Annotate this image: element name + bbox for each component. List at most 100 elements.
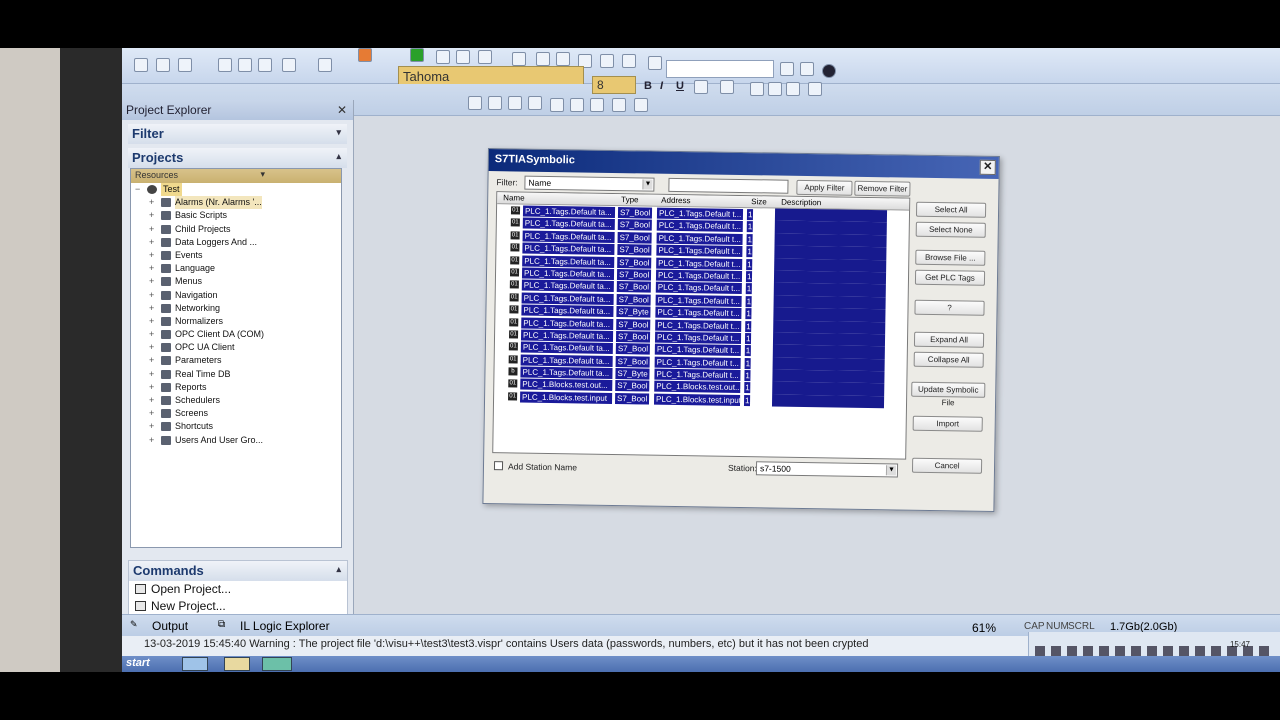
tag-icon[interactable] xyxy=(512,52,526,66)
tree-item[interactable]: + Shortcuts xyxy=(131,420,341,433)
tree-root-item[interactable]: − Test xyxy=(131,183,341,196)
tree-item[interactable]: + Reports xyxy=(131,381,341,394)
command-item[interactable]: New Project... xyxy=(129,598,347,615)
expand-icon[interactable]: + xyxy=(149,394,154,407)
expand-icon[interactable]: + xyxy=(149,354,154,367)
chevron-up-icon[interactable]: ▴ xyxy=(336,564,341,575)
taskbar-app-icon[interactable] xyxy=(182,657,208,671)
layout-icon[interactable] xyxy=(612,98,626,112)
expand-icon[interactable]: + xyxy=(149,196,154,209)
align-center-icon[interactable] xyxy=(768,82,782,96)
align-right-icon[interactable] xyxy=(786,82,800,96)
expand-icon[interactable]: + xyxy=(149,315,154,328)
window-icon[interactable] xyxy=(536,52,550,66)
station-select[interactable]: s7-1500 ▼ xyxy=(755,461,899,478)
gear-icon[interactable] xyxy=(456,50,470,64)
align-left-icon[interactable] xyxy=(750,82,764,96)
filter-field-select[interactable]: Name ▼ xyxy=(524,175,655,192)
check-icon[interactable] xyxy=(600,54,614,68)
size-icon[interactable] xyxy=(282,58,296,72)
tree-item[interactable]: + Networking xyxy=(131,302,341,315)
expand-icon[interactable]: + xyxy=(149,236,154,249)
expand-icon[interactable]: + xyxy=(149,420,154,433)
column-name[interactable]: Name xyxy=(503,193,524,202)
print-icon[interactable] xyxy=(800,62,814,76)
tags-grid[interactable]: Name Type Address Size Description 01 PLC… xyxy=(492,191,911,460)
layout-icon[interactable] xyxy=(508,96,522,110)
layout-icon[interactable] xyxy=(468,96,482,110)
tree-item[interactable]: + OPC Client DA (COM) xyxy=(131,328,341,341)
tree-item[interactable]: + Data Loggers And ... xyxy=(131,236,341,249)
gear-icon[interactable] xyxy=(436,50,450,64)
help-icon[interactable] xyxy=(822,64,836,78)
import-button[interactable]: Import xyxy=(912,415,983,432)
tree-item[interactable]: + Schedulers xyxy=(131,394,341,407)
layout-icon[interactable] xyxy=(550,98,564,112)
grid-icon[interactable] xyxy=(258,58,272,72)
chevron-down-icon[interactable]: ▾ xyxy=(336,127,341,138)
apply-filter-button[interactable]: Apply Filter xyxy=(796,179,853,196)
expand-icon[interactable]: + xyxy=(149,262,154,275)
add-station-name-checkbox[interactable] xyxy=(493,461,504,471)
column-description[interactable]: Description xyxy=(781,198,821,208)
tree-item[interactable]: + Normalizers xyxy=(131,315,341,328)
expand-icon[interactable]: + xyxy=(149,249,154,262)
filter-section[interactable]: Filter ▾ xyxy=(128,124,347,144)
tree-item[interactable]: + Language xyxy=(131,262,341,275)
fill-color-icon[interactable] xyxy=(720,80,734,94)
font-name-select[interactable]: Tahoma xyxy=(398,66,584,86)
expand-icon[interactable]: + xyxy=(149,381,154,394)
tree-item[interactable]: + Menus xyxy=(131,275,341,288)
expand-icon[interactable]: + xyxy=(149,209,154,222)
remove-filter-button[interactable]: Remove Filter xyxy=(854,180,911,197)
run-icon[interactable] xyxy=(410,48,424,62)
text-color-icon[interactable] xyxy=(694,80,708,94)
layout-icon[interactable] xyxy=(634,98,648,112)
check-icon[interactable] xyxy=(622,54,636,68)
size-icon[interactable] xyxy=(318,58,332,72)
underline-button[interactable]: U xyxy=(676,80,684,92)
search-icon[interactable] xyxy=(780,62,794,76)
expand-icon[interactable]: + xyxy=(149,328,154,341)
expand-icon[interactable]: + xyxy=(149,302,154,315)
grid-icon[interactable] xyxy=(238,58,252,72)
collapse-all-button[interactable]: Collapse All xyxy=(913,351,984,368)
cancel-button[interactable]: Cancel xyxy=(911,457,983,474)
start-button[interactable]: start xyxy=(126,657,150,669)
get-plc-tags-button[interactable]: Get PLC Tags xyxy=(914,269,986,286)
font-size-select[interactable]: 8 xyxy=(592,76,636,94)
tree-item[interactable]: + Users And User Gro... xyxy=(131,434,341,447)
tab-il-logic-explorer[interactable]: IL Logic Explorer xyxy=(240,619,330,633)
tree-item[interactable]: + Basic Scripts xyxy=(131,209,341,222)
toolbar-search-input[interactable] xyxy=(666,60,774,78)
projects-section[interactable]: Projects ▴ xyxy=(128,148,347,168)
paint-icon[interactable] xyxy=(358,48,372,62)
expand-icon[interactable]: + xyxy=(149,223,154,236)
close-icon[interactable]: ✕ xyxy=(979,159,996,175)
tree-item[interactable]: + Real Time DB xyxy=(131,368,341,381)
column-address[interactable]: Address xyxy=(661,196,690,205)
update-symbolic-file-button[interactable]: Update Symbolic File xyxy=(911,381,986,407)
folder-icon[interactable] xyxy=(224,657,250,671)
tree-item[interactable]: + Parameters xyxy=(131,354,341,367)
layout-icon[interactable] xyxy=(488,96,502,110)
filter-value-input[interactable] xyxy=(668,177,789,194)
visu-app-icon[interactable] xyxy=(262,657,292,671)
tree-item[interactable]: + Alarms (Nr. Alarms '... xyxy=(131,196,341,210)
expand-icon[interactable]: + xyxy=(149,341,154,354)
tree-item[interactable]: + OPC UA Client xyxy=(131,341,341,354)
select-all-button[interactable]: Select All xyxy=(915,201,987,218)
bold-button[interactable]: B xyxy=(644,80,652,92)
grid-icon[interactable] xyxy=(218,58,232,72)
tree-item[interactable]: + Events xyxy=(131,249,341,262)
layout-icon[interactable] xyxy=(528,96,542,110)
tree-item[interactable]: + Navigation xyxy=(131,289,341,302)
expand-icon[interactable]: + xyxy=(149,289,154,302)
expand-icon[interactable]: + xyxy=(149,434,154,447)
expand-icon[interactable]: + xyxy=(149,368,154,381)
tab-output[interactable]: Output xyxy=(152,619,188,633)
command-item[interactable]: Open Project... xyxy=(129,581,347,598)
close-icon[interactable]: ✕ xyxy=(337,103,347,117)
tree-item[interactable]: + Screens xyxy=(131,407,341,420)
expand-all-button[interactable]: Expand All xyxy=(913,331,985,348)
